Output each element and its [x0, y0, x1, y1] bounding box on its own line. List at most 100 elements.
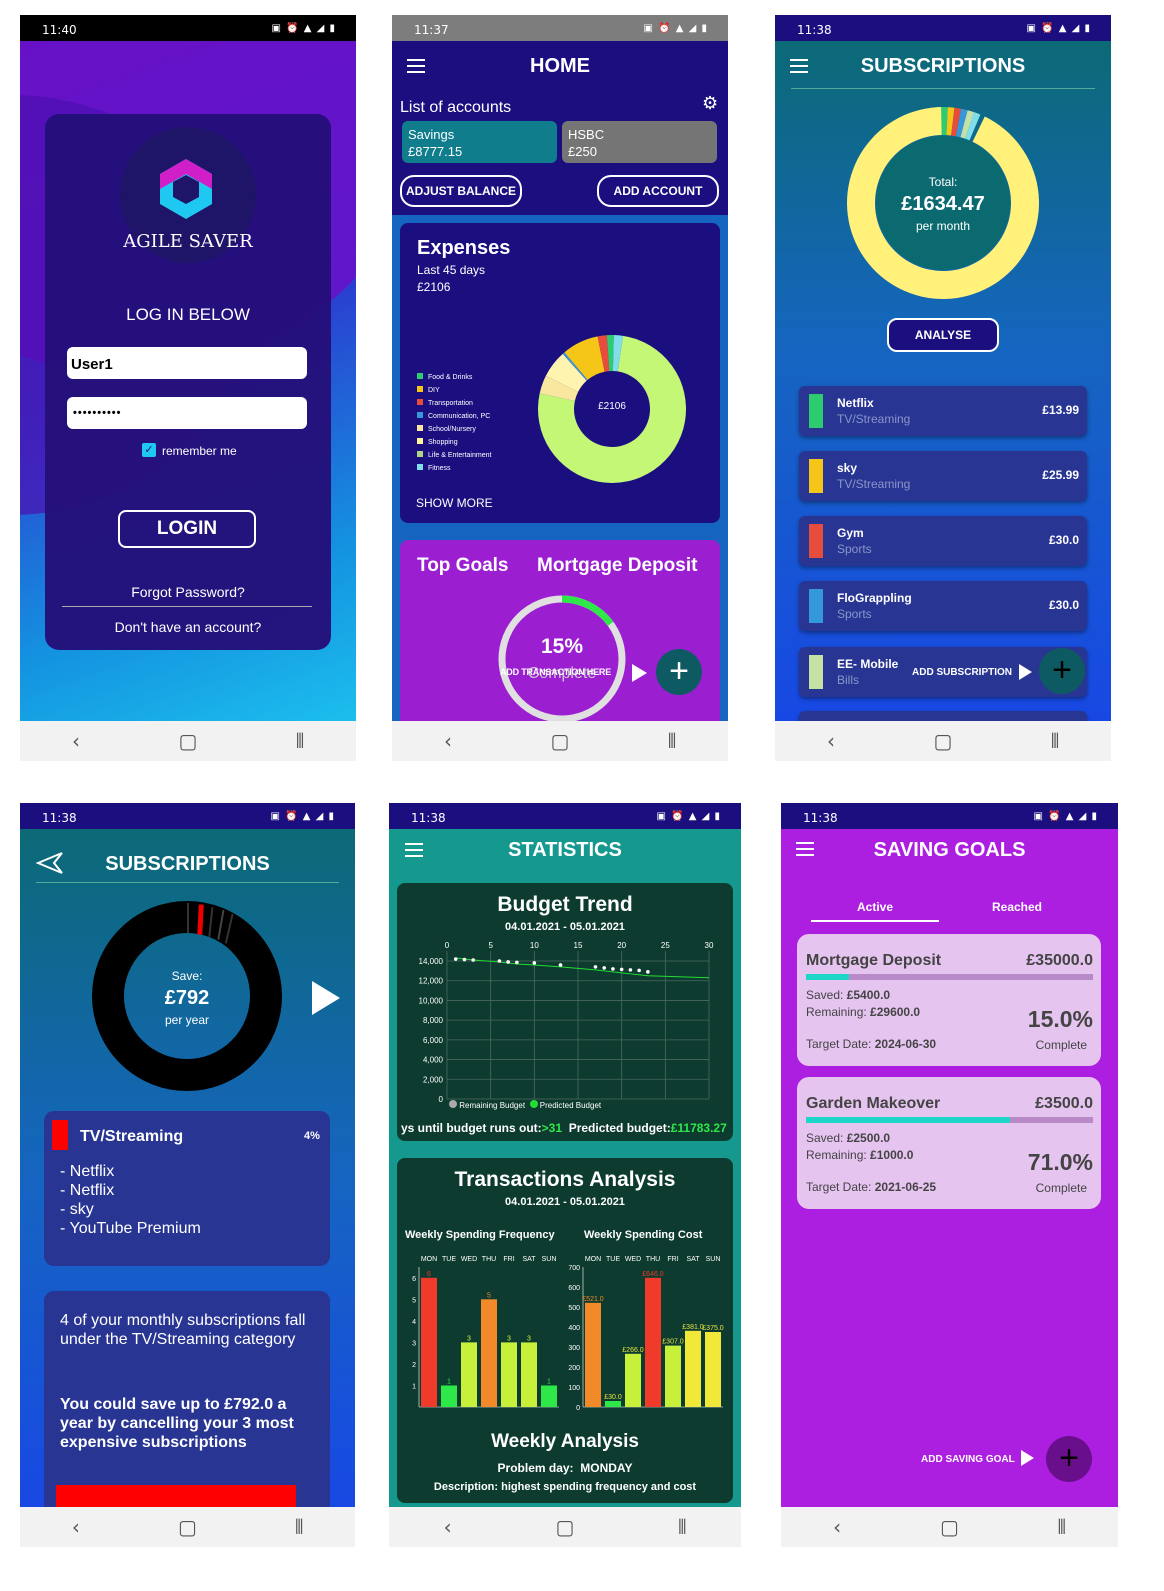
- goal-progress-track: [806, 1117, 1093, 1123]
- add-account-button[interactable]: ADD ACCOUNT: [597, 175, 719, 207]
- next-arrow-icon[interactable]: [312, 981, 340, 1015]
- bar: [541, 1385, 557, 1407]
- data-label: £381.0: [682, 1324, 704, 1331]
- transactions-date-range: 04.01.2021 - 05.01.2021: [505, 1196, 625, 1208]
- x-tick-label: THU: [646, 1256, 660, 1263]
- recents-icon[interactable]: ⦀: [662, 1515, 702, 1539]
- settings-gear-icon[interactable]: ⚙: [702, 93, 718, 114]
- problem-day-value: MONDAY: [580, 1461, 633, 1475]
- recents-icon[interactable]: ⦀: [1035, 729, 1075, 753]
- add-saving-goal-button[interactable]: +: [1046, 1436, 1092, 1482]
- adjust-balance-button[interactable]: ADJUST BALANCE: [400, 175, 522, 207]
- back-icon[interactable]: ‹: [428, 1515, 468, 1539]
- savings-bar: [56, 1485, 296, 1509]
- remaining-point: [628, 968, 633, 972]
- username-field[interactable]: User1: [67, 347, 307, 379]
- recents-icon[interactable]: ⦀: [280, 729, 320, 753]
- home-icon[interactable]: ▢: [923, 729, 963, 753]
- home-icon[interactable]: ▢: [168, 729, 208, 753]
- bar: [625, 1353, 641, 1407]
- forgot-password-link[interactable]: Forgot Password?: [20, 584, 356, 600]
- color-bar: [809, 655, 823, 689]
- add-saving-goal-label: ADD SAVING GOAL: [921, 1454, 1015, 1465]
- y-tick-label: 0: [576, 1405, 580, 1412]
- category-color-bar: [52, 1120, 68, 1150]
- transactions-title: Transactions Analysis: [454, 1168, 676, 1191]
- remaining-point: [558, 963, 563, 967]
- list-item: - Netflix: [60, 1163, 115, 1180]
- bar: [481, 1299, 497, 1407]
- play-icon: [1019, 664, 1032, 680]
- goal-target-date: Target Date: 2024-06-30: [806, 1037, 937, 1051]
- subscription-category: TV/Streaming: [837, 412, 911, 426]
- back-icon[interactable]: ‹: [428, 729, 468, 753]
- problem-description: Description: highest spending frequency …: [433, 1481, 697, 1493]
- bar: [685, 1330, 701, 1407]
- remaining-point: [497, 959, 502, 963]
- insight-text: 4 of your monthly subscriptions fall und…: [60, 1312, 306, 1348]
- subscription-item[interactable]: Gym Sports £30.0: [799, 516, 1087, 566]
- predicted-label: Predicted budget:: [568, 1121, 671, 1135]
- goal-progress-fill: [806, 974, 850, 980]
- budget-date-range: 04.01.2021 - 05.01.2021: [505, 921, 625, 933]
- subscription-item[interactable]: Netflix TV/Streaming £13.99: [799, 386, 1087, 436]
- subscription-analysis-screen: 11:38 ▣ ⏰ ▲ ◢ ▮ SUBSCRIPTIONS Save: £792 …: [20, 803, 355, 1547]
- subscription-category: Sports: [837, 607, 872, 621]
- bar: [605, 1401, 621, 1407]
- remaining-point: [619, 967, 624, 972]
- bar: [521, 1342, 537, 1407]
- subscription-item[interactable]: FloGrappling Sports £30.0: [799, 581, 1087, 631]
- y-tick-label: 12,000: [419, 977, 444, 986]
- y-tick-label: 8,000: [423, 1016, 444, 1025]
- recents-icon[interactable]: ⦀: [652, 729, 692, 753]
- goal-name: Mortgage Deposit: [806, 952, 942, 969]
- login-button[interactable]: LOGIN: [118, 510, 256, 548]
- goal-card[interactable]: Mortgage Deposit £35000.0 Saved: £5400.0…: [797, 934, 1101, 1066]
- recents-icon[interactable]: ⦀: [1042, 1515, 1082, 1539]
- legend-predicted: Predicted Budget: [539, 1101, 602, 1110]
- frequency-chart-title: Weekly Spending Frequency: [405, 1229, 555, 1241]
- back-icon[interactable]: ‹: [56, 729, 96, 753]
- x-tick-label: FRI: [503, 1256, 514, 1263]
- signup-link[interactable]: Don't have an account?: [20, 619, 356, 635]
- tab-reached[interactable]: Reached: [953, 900, 1081, 914]
- y-tick-label: 0: [439, 1095, 444, 1104]
- page-title: HOME: [530, 55, 590, 77]
- home-icon[interactable]: ▢: [929, 1515, 969, 1539]
- back-icon[interactable]: ‹: [817, 1515, 857, 1539]
- remember-checkbox[interactable]: ✓: [142, 443, 156, 457]
- legend-item: Fitness: [417, 462, 491, 475]
- back-icon[interactable]: ‹: [56, 1515, 96, 1539]
- goal-card[interactable]: Garden Makeover £3500.0 Saved: £2500.0 R…: [797, 1077, 1101, 1209]
- remaining-point: [471, 958, 475, 962]
- home-icon[interactable]: ▢: [167, 1515, 207, 1539]
- account-card-savings[interactable]: Savings £8777.15: [402, 121, 557, 163]
- y-tick-label: 200: [568, 1365, 580, 1372]
- home-icon[interactable]: ▢: [545, 1515, 585, 1539]
- back-icon[interactable]: ‹: [811, 729, 851, 753]
- tab-active[interactable]: Active: [811, 900, 939, 922]
- y-tick-label: 4,000: [423, 1056, 444, 1065]
- subscription-price: £30.0: [1048, 598, 1079, 612]
- subscription-category: Bills: [837, 673, 860, 687]
- y-tick-label: 6: [412, 1276, 416, 1283]
- data-label: £375.0: [702, 1325, 724, 1332]
- data-label: 1: [547, 1378, 551, 1385]
- account-card-hsbc[interactable]: HSBC £250: [562, 121, 717, 163]
- add-subscription-button[interactable]: +: [1039, 648, 1085, 694]
- bar: [501, 1342, 517, 1407]
- problem-label: Problem day:: [497, 1461, 574, 1475]
- subscription-item[interactable]: sky TV/Streaming £25.99: [799, 451, 1087, 501]
- recents-icon[interactable]: ⦀: [279, 1515, 319, 1539]
- expenses-total: £2106: [417, 280, 451, 294]
- legend-remaining: Remaining Budget: [459, 1101, 526, 1110]
- home-icon[interactable]: ▢: [540, 729, 580, 753]
- goal-progress-fill: [806, 1117, 1010, 1123]
- add-transaction-button[interactable]: +: [656, 649, 702, 695]
- password-field[interactable]: ••••••••••: [67, 397, 307, 429]
- days-value: >31: [541, 1121, 563, 1135]
- show-more-link[interactable]: SHOW MORE: [416, 496, 493, 510]
- status-time: 11:37: [414, 23, 449, 37]
- analyse-button[interactable]: ANALYSE: [887, 318, 999, 352]
- x-tick-label: 5: [488, 941, 493, 950]
